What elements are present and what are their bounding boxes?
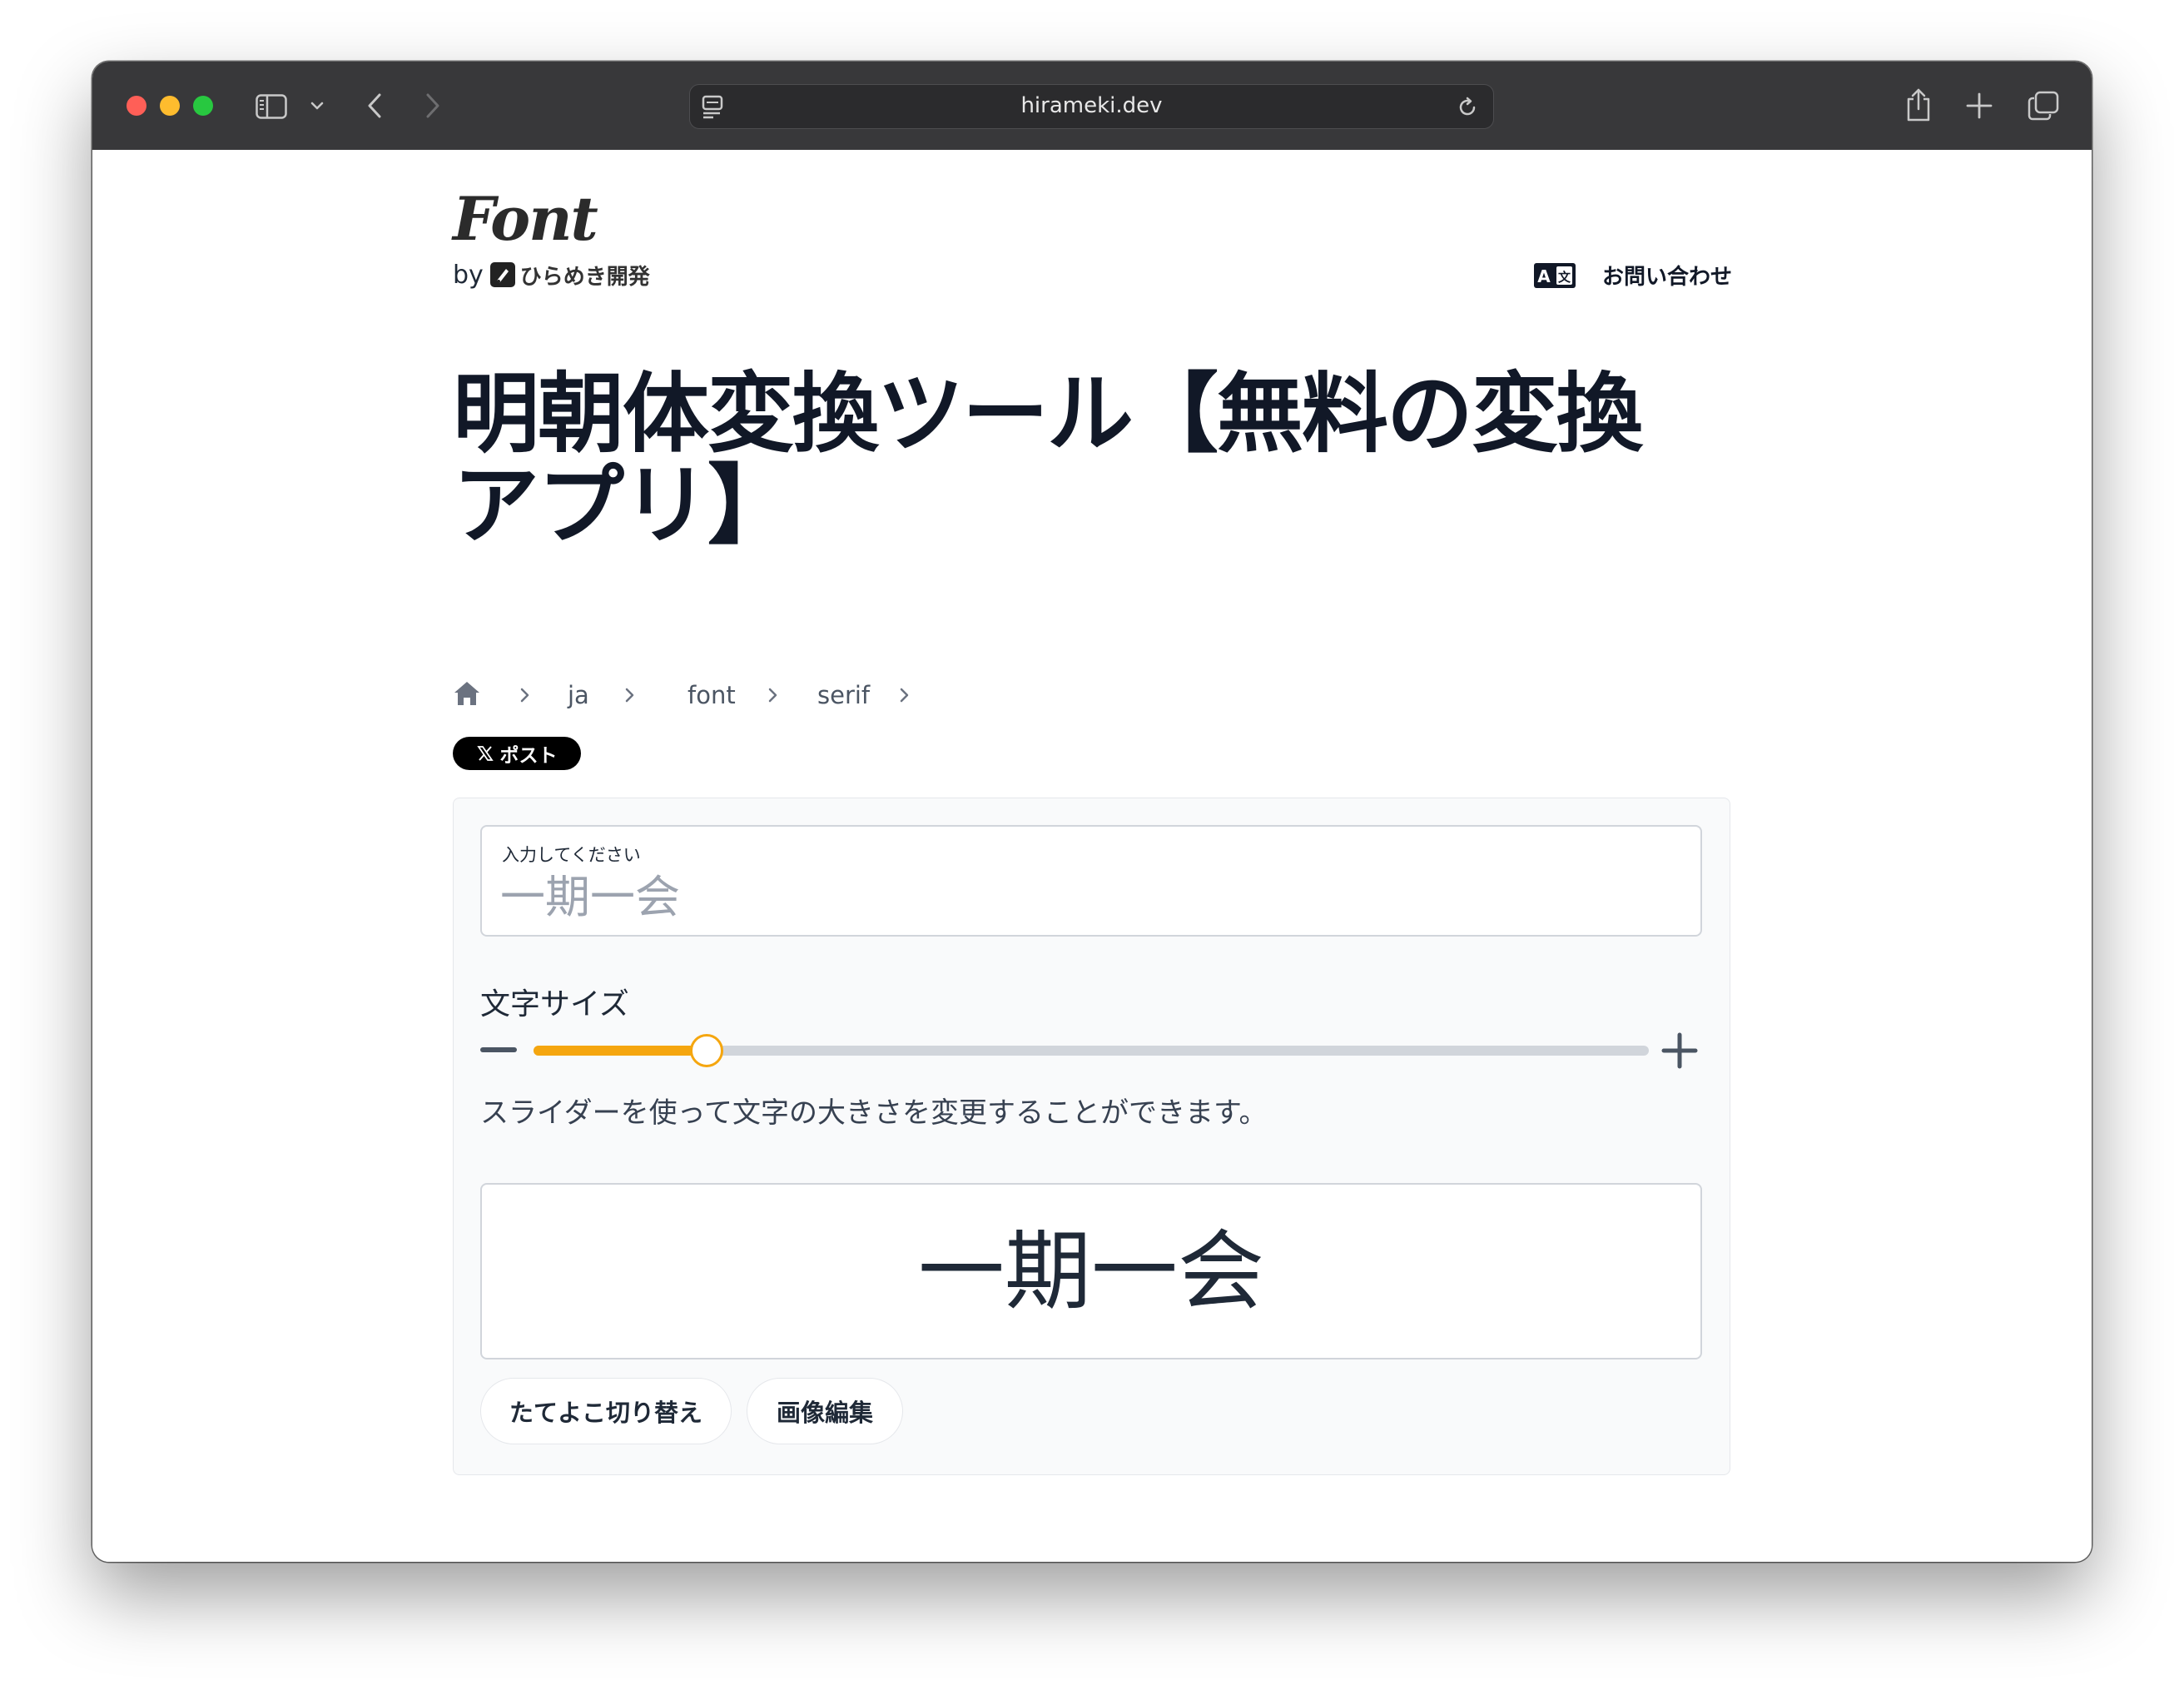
share-icon[interactable] (1904, 87, 1933, 123)
contact-link[interactable]: お問い合わせ (1602, 260, 1732, 291)
input-label: 入力してください (502, 845, 641, 865)
slider-thumb[interactable] (689, 1034, 723, 1067)
address-bar[interactable]: hirameki.dev (689, 84, 1494, 129)
site-logo[interactable]: Font (453, 183, 598, 254)
url-text: hirameki.dev (1020, 93, 1163, 118)
breadcrumb-font[interactable]: font (687, 674, 736, 716)
breadcrumb-serif[interactable]: serif (817, 674, 870, 716)
increase-size-button[interactable] (1660, 1031, 1699, 1070)
decrease-size-button[interactable] (480, 1047, 517, 1052)
breadcrumb-chevron-icon (624, 674, 636, 716)
x-post-button[interactable]: ポスト (453, 737, 581, 770)
forward-icon[interactable] (424, 92, 441, 119)
x-post-label: ポスト (499, 745, 558, 767)
language-icon[interactable]: A 文 (1534, 263, 1576, 288)
hirameki-logo-icon (489, 262, 515, 287)
breadcrumb-chevron-icon (767, 674, 779, 716)
breadcrumb: ja font serif (453, 674, 1119, 716)
new-tab-icon[interactable] (1965, 92, 1993, 120)
slider-fill (534, 1046, 707, 1056)
font-size-label: 文字サイズ (480, 987, 629, 1021)
x-logo-icon (476, 746, 494, 761)
text-input[interactable] (500, 868, 1665, 925)
home-icon[interactable] (453, 679, 481, 721)
brand-name[interactable]: ひらめき開発 (520, 260, 650, 291)
toggle-direction-button[interactable]: たてよこ切り替え (480, 1378, 732, 1444)
back-icon[interactable] (366, 92, 383, 119)
breadcrumb-chevron-icon (519, 674, 531, 716)
close-window-button[interactable] (127, 96, 146, 116)
page-title-line2: アプリ】 (453, 455, 794, 556)
byline: by ひらめき開発 (453, 258, 650, 291)
minimize-window-button[interactable] (160, 96, 180, 116)
chevron-down-icon[interactable] (310, 101, 324, 111)
image-edit-button[interactable]: 画像編集 (747, 1378, 903, 1444)
font-size-slider[interactable] (534, 1034, 1649, 1067)
by-text: by (453, 260, 484, 290)
sidebar-toggle-icon[interactable] (256, 94, 287, 119)
converter-panel: 入力してください 文字サイズ スライダーを使って文字の大きさを変更することができ… (453, 798, 1730, 1475)
browser-toolbar: hirameki.dev (92, 62, 2092, 151)
serif-preview-text: 一期一会 (917, 1220, 1264, 1322)
reload-icon[interactable] (1456, 96, 1479, 119)
breadcrumb-ja[interactable]: ja (568, 674, 589, 716)
page-title-line1: 明朝体変換ツール【無料の変換 (453, 363, 1643, 465)
browser-window: hirameki.dev Font by ひらめき開発 A 文 お問い合わせ 明… (92, 62, 2092, 1562)
svg-text:A: A (1537, 266, 1551, 286)
svg-text:文: 文 (1558, 270, 1571, 285)
tab-overview-icon[interactable] (2027, 90, 2060, 122)
text-input-box: 入力してください (480, 825, 1702, 937)
zoom-window-button[interactable] (193, 96, 213, 116)
preview-box: 一期一会 (480, 1183, 1702, 1359)
page-title: 明朝体変換ツール【無料の変換 アプリ】 (453, 368, 1768, 551)
slider-help-text: スライダーを使って文字の大きさを変更することができます。 (480, 1096, 1268, 1130)
breadcrumb-chevron-icon (899, 674, 911, 716)
page-content: Font by ひらめき開発 A 文 お問い合わせ 明朝体変換ツール【無料の変換… (92, 150, 2092, 1562)
